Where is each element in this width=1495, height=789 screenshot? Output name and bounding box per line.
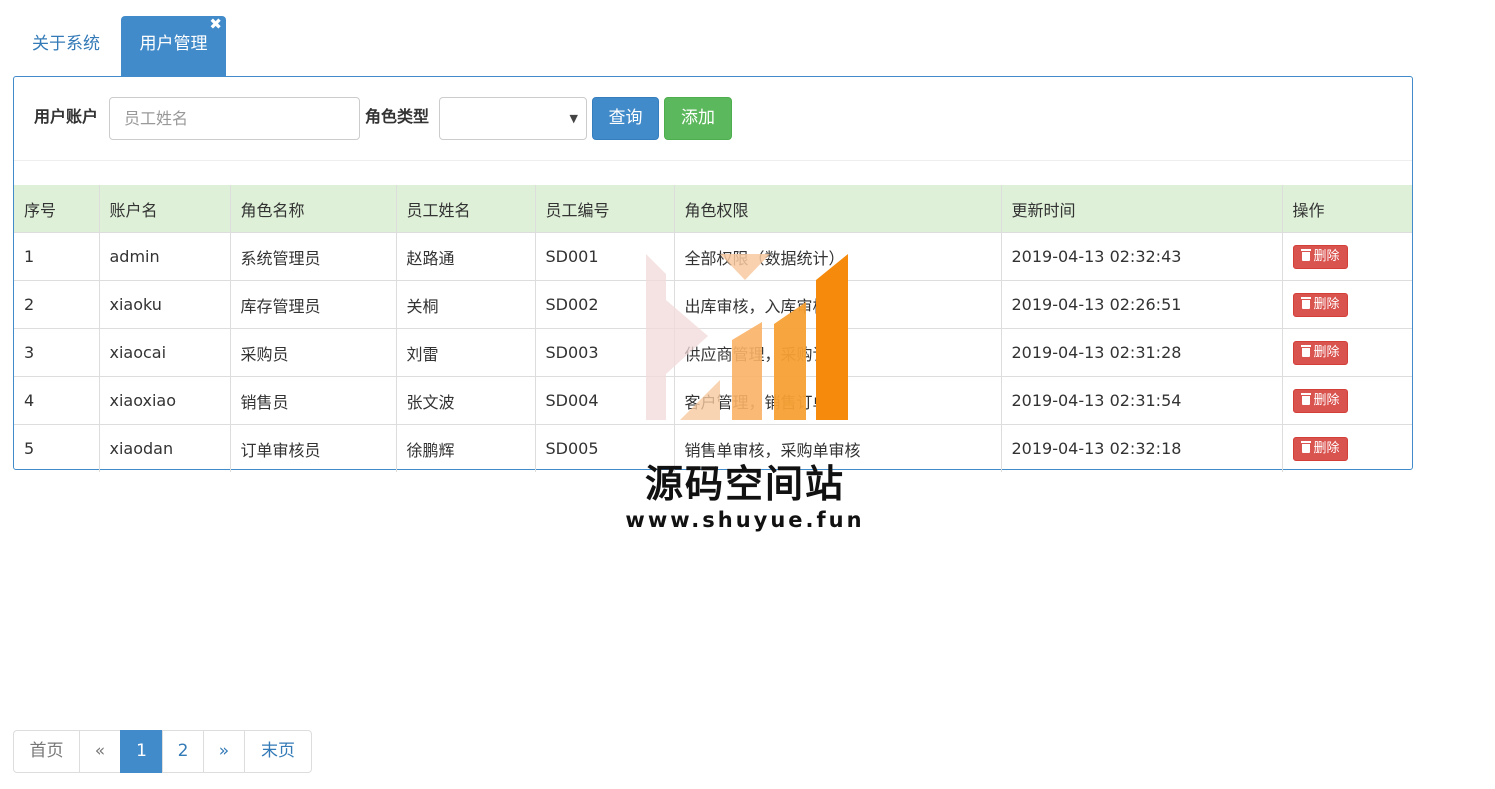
column-header: 序号 xyxy=(14,185,100,233)
cell-index: 1 xyxy=(14,232,100,281)
trash-icon xyxy=(1300,440,1311,453)
cell-employee-name: 徐鹏辉 xyxy=(395,424,536,472)
chevron-down-icon: ▼ xyxy=(569,112,578,125)
cell-updated-time: 2019-04-13 02:31:54 xyxy=(1000,376,1283,425)
cell-account: xiaodan xyxy=(98,424,231,472)
column-header: 员工姓名 xyxy=(395,185,536,233)
trash-icon xyxy=(1300,296,1311,309)
tab-user-management[interactable]: 用户管理 ✖ xyxy=(121,14,226,76)
table-row: 4 xiaoxiao 销售员 张文波 SD004 客户管理，销售订单 2019-… xyxy=(14,376,1412,425)
cell-account: admin xyxy=(98,232,231,281)
table-row: 5 xiaodan 订单审核员 徐鹏辉 SD005 销售单审核，采购单审核 20… xyxy=(14,424,1412,472)
employee-name-input[interactable] xyxy=(109,97,360,140)
account-label: 用户账户 xyxy=(34,107,99,126)
cell-role-name: 库存管理员 xyxy=(229,280,397,329)
cell-actions: 删除 xyxy=(1281,376,1412,425)
cell-employee-id: SD001 xyxy=(534,232,675,281)
column-header: 员工编号 xyxy=(534,185,675,233)
cell-permissions: 出库审核，入库审核 xyxy=(673,280,1002,329)
column-header: 更新时间 xyxy=(1000,185,1283,233)
cell-actions: 删除 xyxy=(1281,280,1412,329)
trash-icon xyxy=(1300,392,1311,405)
cell-role-name: 订单审核员 xyxy=(229,424,397,472)
users-table: 序号 账户名 角色名称 员工姓名 员工编号 角色权限 更新时间 操作 1 adm… xyxy=(14,185,1412,472)
delete-button[interactable]: 删除 xyxy=(1292,244,1348,269)
watermark-url: www.shuyue.fun xyxy=(625,508,865,532)
cell-employee-name: 刘雷 xyxy=(395,328,536,377)
cell-index: 3 xyxy=(14,328,100,377)
cell-account: xiaoku xyxy=(98,280,231,329)
delete-button[interactable]: 删除 xyxy=(1292,388,1348,413)
table-row: 3 xiaocai 采购员 刘雷 SD003 供应商管理，采购订单 2019-0… xyxy=(14,328,1412,377)
cell-account: xiaoxiao xyxy=(98,376,231,425)
tab-user-management-label: 用户管理 xyxy=(139,34,208,54)
cell-updated-time: 2019-04-13 02:32:18 xyxy=(1000,424,1283,472)
prev-page-link[interactable]: « xyxy=(79,730,121,773)
cell-updated-time: 2019-04-13 02:26:51 xyxy=(1000,280,1283,329)
cell-permissions: 供应商管理，采购订单 xyxy=(673,328,1002,377)
cell-employee-id: SD004 xyxy=(534,376,675,425)
cell-employee-name: 关桐 xyxy=(395,280,536,329)
page-link-2[interactable]: 2 xyxy=(162,730,204,773)
query-button[interactable]: 查询 xyxy=(592,97,659,140)
delete-button[interactable]: 删除 xyxy=(1292,436,1348,461)
cell-updated-time: 2019-04-13 02:32:43 xyxy=(1000,232,1283,281)
search-form: 用户账户 角色类型 ▼ 查询 添加 xyxy=(14,97,1412,141)
user-panel: 用户账户 角色类型 ▼ 查询 添加 序号 账户名 角色名称 员工姓名 员工编号 … xyxy=(13,76,1413,472)
column-header: 角色名称 xyxy=(229,185,397,233)
cell-permissions: 全部权限（数据统计） xyxy=(673,232,1002,281)
delete-button[interactable]: 删除 xyxy=(1292,292,1348,317)
delete-label: 删除 xyxy=(1313,344,1340,360)
cell-index: 2 xyxy=(14,280,100,329)
cell-updated-time: 2019-04-13 02:31:28 xyxy=(1000,328,1283,377)
column-header: 账户名 xyxy=(98,185,231,233)
role-type-label: 角色类型 xyxy=(365,107,430,126)
delete-label: 删除 xyxy=(1313,440,1340,456)
page-link-1[interactable]: 1 xyxy=(120,730,163,773)
delete-label: 删除 xyxy=(1313,248,1340,264)
delete-button[interactable]: 删除 xyxy=(1292,340,1348,365)
table-row: 2 xiaoku 库存管理员 关桐 SD002 出库审核，入库审核 2019-0… xyxy=(14,280,1412,329)
cell-employee-id: SD003 xyxy=(534,328,675,377)
role-type-select[interactable]: ▼ xyxy=(439,97,587,140)
cell-actions: 删除 xyxy=(1281,328,1412,377)
delete-label: 删除 xyxy=(1313,296,1340,312)
cell-actions: 删除 xyxy=(1281,424,1412,472)
cell-role-name: 采购员 xyxy=(229,328,397,377)
cell-role-name: 系统管理员 xyxy=(229,232,397,281)
column-header: 操作 xyxy=(1281,185,1412,233)
cell-employee-id: SD002 xyxy=(534,280,675,329)
cell-index: 5 xyxy=(14,424,100,472)
last-page-link[interactable]: 末页 xyxy=(244,730,312,773)
trash-icon xyxy=(1300,344,1311,357)
cell-account: xiaocai xyxy=(98,328,231,377)
table-row: 1 admin 系统管理员 赵路通 SD001 全部权限（数据统计） 2019-… xyxy=(14,232,1412,281)
first-page-link[interactable]: 首页 xyxy=(13,730,80,773)
table-header-row: 序号 账户名 角色名称 员工姓名 员工编号 角色权限 更新时间 操作 xyxy=(14,185,1412,233)
next-page-link[interactable]: » xyxy=(203,730,245,773)
cell-employee-name: 赵路通 xyxy=(395,232,536,281)
cell-role-name: 销售员 xyxy=(229,376,397,425)
cell-actions: 删除 xyxy=(1281,232,1412,281)
pagination: 首页 « 1 2 » 末页 xyxy=(13,730,312,773)
add-button[interactable]: 添加 xyxy=(664,97,732,140)
trash-icon xyxy=(1300,248,1311,261)
delete-label: 删除 xyxy=(1313,392,1340,408)
cell-permissions: 销售单审核，采购单审核 xyxy=(673,424,1002,472)
column-header: 角色权限 xyxy=(673,185,1002,233)
cell-employee-id: SD005 xyxy=(534,424,675,472)
cell-permissions: 客户管理，销售订单 xyxy=(673,376,1002,425)
divider xyxy=(14,160,1412,161)
cell-employee-name: 张文波 xyxy=(395,376,536,425)
close-icon[interactable]: ✖ xyxy=(209,14,222,34)
cell-index: 4 xyxy=(14,376,100,425)
tab-about-system[interactable]: 关于系统 xyxy=(13,16,119,76)
